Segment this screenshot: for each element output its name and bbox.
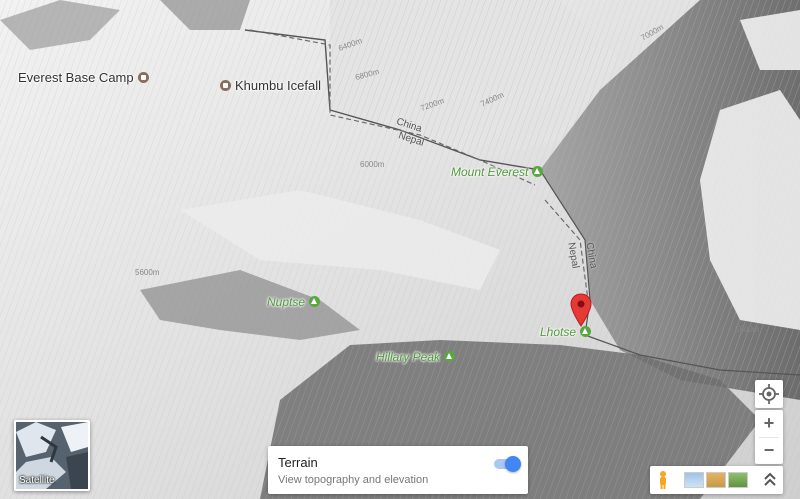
satellite-toggle-button[interactable]: Satellite	[14, 420, 90, 491]
terrain-title: Terrain	[278, 455, 318, 470]
terrain-toggle[interactable]	[494, 456, 521, 472]
contour-label: 6000m	[360, 160, 385, 169]
peak-icon	[532, 166, 544, 177]
divider	[759, 437, 779, 438]
poi-icon	[137, 72, 149, 83]
peak-icon	[444, 351, 456, 362]
peak-icon	[309, 296, 321, 307]
contour-label: 5800m	[735, 325, 760, 334]
peak-lhotse[interactable]: Lhotse	[540, 325, 592, 339]
terrain-layer-card: Terrain View topography and elevation	[268, 446, 528, 494]
peak-mount-everest[interactable]: Mount Everest	[451, 165, 544, 179]
layer-bar	[650, 466, 783, 494]
zoom-in-button[interactable]: +	[755, 410, 783, 437]
layer-thumb-traffic[interactable]	[706, 472, 726, 488]
satellite-label: Satellite	[19, 475, 55, 486]
my-location-button[interactable]	[755, 380, 783, 408]
peak-icon	[580, 326, 592, 337]
poi-icon	[220, 80, 231, 91]
pegman-icon[interactable]	[656, 470, 670, 490]
peak-nuptse[interactable]: Nuptse	[267, 295, 321, 309]
expand-chevron-icon[interactable]	[762, 471, 778, 489]
layer-thumb-bicycling[interactable]	[728, 472, 748, 488]
location-pin-icon[interactable]	[570, 293, 592, 327]
peak-hillary-peak[interactable]: Hillary Peak	[376, 350, 456, 364]
zoom-control: + −	[755, 410, 783, 464]
zoom-out-button[interactable]: −	[755, 437, 783, 464]
contour-label: 5600m	[135, 268, 160, 277]
layer-thumb-transit[interactable]	[684, 472, 704, 488]
place-khumbu-icefall[interactable]: Khumbu Icefall	[216, 78, 321, 93]
terrain-subtitle: View topography and elevation	[278, 474, 429, 486]
crosshair-icon	[759, 384, 779, 404]
place-everest-base-camp[interactable]: Everest Base Camp	[18, 70, 153, 85]
